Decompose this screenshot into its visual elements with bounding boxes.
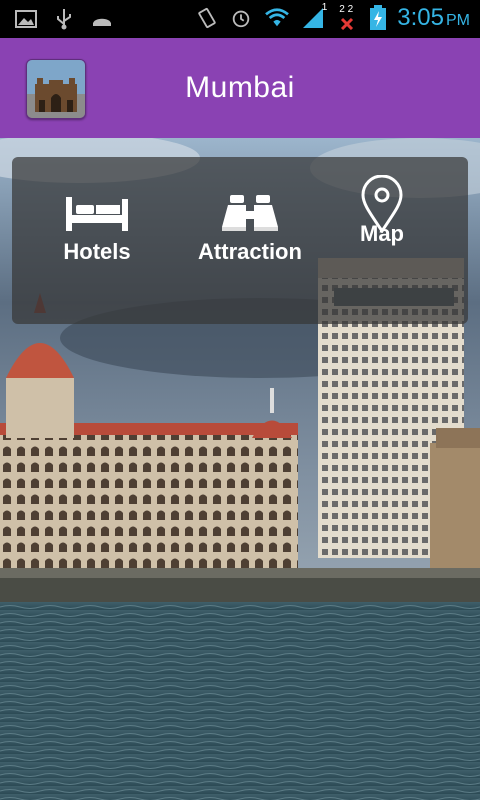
bed-icon	[66, 197, 128, 231]
signal-label: 1	[321, 2, 328, 13]
clock-ampm: PM	[446, 12, 470, 29]
battery-charging-icon	[370, 5, 387, 30]
android-icon	[93, 18, 111, 26]
usb-icon	[57, 9, 71, 30]
hotels-button[interactable]: Hotels	[42, 193, 152, 303]
image-icon	[15, 10, 37, 28]
alarm-icon	[233, 10, 250, 28]
no-signal-icon: 2 2	[337, 4, 359, 30]
clock-time: 3:05	[397, 4, 444, 31]
category-menu: Hotels Attraction Map	[12, 157, 468, 324]
page-title: Mumbai	[185, 71, 295, 104]
map-button[interactable]: Map	[332, 175, 432, 303]
app-bar: Mumbai	[0, 38, 480, 138]
attraction-label: Attraction	[198, 239, 302, 264]
map-label: Map	[360, 221, 404, 246]
main-content: Hotels Attraction Map	[0, 138, 480, 800]
binoculars-icon	[222, 195, 278, 231]
hotels-label: Hotels	[63, 239, 131, 264]
clock: 3:05 PM	[397, 4, 470, 32]
attraction-button[interactable]: Attraction	[182, 193, 318, 303]
status-bar: 1 2 2 3:05 PM	[0, 0, 480, 38]
signal-icon: 1	[301, 2, 327, 30]
wifi-icon	[265, 8, 290, 27]
vibrate-icon	[198, 7, 216, 29]
